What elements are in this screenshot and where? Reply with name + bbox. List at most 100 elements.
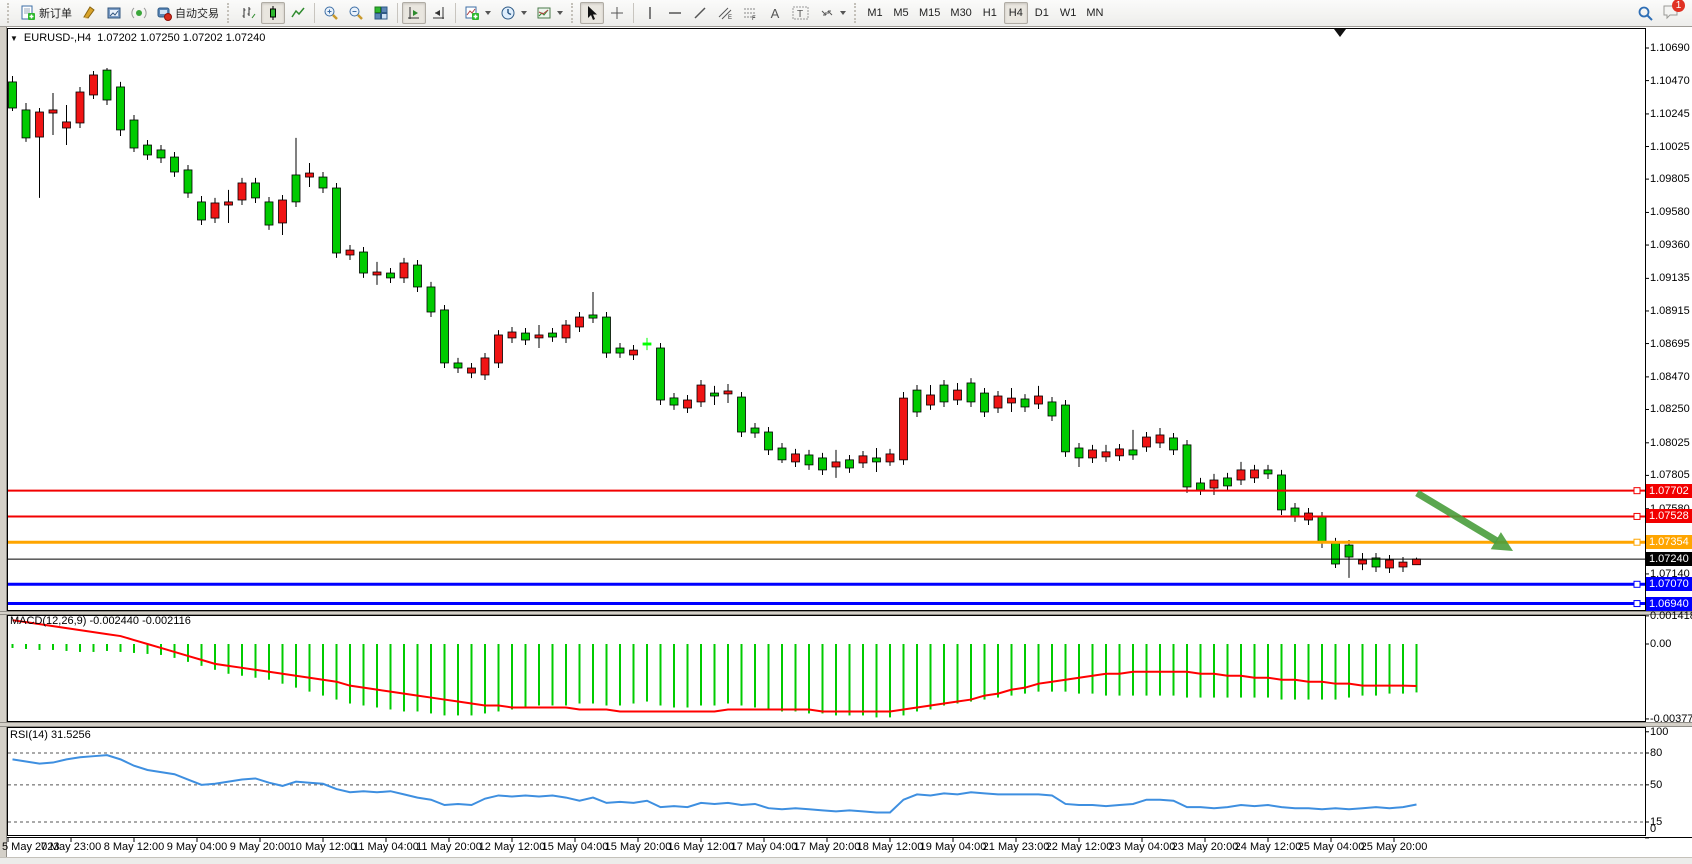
pane-separator[interactable] bbox=[0, 611, 1692, 615]
candlestick-chart-button[interactable] bbox=[261, 2, 285, 24]
timeframe-button-mn[interactable]: MN bbox=[1082, 2, 1107, 24]
main-pane-background[interactable] bbox=[7, 28, 1692, 611]
arrows-dropdown-caret[interactable] bbox=[840, 11, 846, 15]
zoom-out-icon bbox=[348, 5, 364, 21]
timeframe-button-m1[interactable]: M1 bbox=[863, 2, 887, 24]
timeframe-button-h1[interactable]: H1 bbox=[978, 2, 1002, 24]
chart-styles-button[interactable] bbox=[77, 2, 101, 24]
time-axis-label: 7 May 23:00 bbox=[37, 841, 105, 853]
timeframe-button-m5[interactable]: M5 bbox=[889, 2, 913, 24]
price-axis-label: 1.07805 bbox=[1650, 469, 1690, 481]
templates-dropdown-caret[interactable] bbox=[557, 11, 563, 15]
timeframe-button-m30[interactable]: M30 bbox=[946, 2, 975, 24]
chart-ohlc-values: 1.07202 1.07250 1.07202 1.07240 bbox=[97, 32, 265, 44]
notifications-button[interactable]: 1 bbox=[1662, 4, 1680, 23]
price-axis-label: 1.10690 bbox=[1650, 42, 1690, 54]
chart-shift-button[interactable] bbox=[427, 2, 451, 24]
new-order-icon bbox=[20, 5, 36, 21]
rsi-axis-label: 0 bbox=[1650, 823, 1656, 835]
crosshair-icon bbox=[609, 5, 625, 21]
time-axis-label: 11 May 04:00 bbox=[352, 841, 420, 853]
pane-separator[interactable] bbox=[0, 722, 1692, 727]
bar-chart-button[interactable] bbox=[236, 2, 260, 24]
rsi-pane-background[interactable] bbox=[7, 727, 1692, 837]
fibonacci-icon: F bbox=[742, 5, 758, 21]
macd-pane-background[interactable] bbox=[7, 615, 1692, 722]
toolbar-grip bbox=[854, 3, 859, 23]
price-axis-label: 1.10245 bbox=[1650, 108, 1690, 120]
timeframe-label: M1 bbox=[867, 7, 882, 19]
line-chart-button[interactable] bbox=[286, 2, 310, 24]
price-line-badge: 1.07528 bbox=[1646, 509, 1692, 523]
chart-objects-caret-icon[interactable]: ▼ bbox=[10, 34, 18, 43]
tile-windows-button[interactable] bbox=[369, 2, 393, 24]
price-axis-label: 1.09580 bbox=[1650, 206, 1690, 218]
macd-axis-label: 0.00 bbox=[1650, 638, 1671, 650]
text-tool-button[interactable]: A bbox=[763, 2, 787, 24]
time-axis-label: 17 May 20:00 bbox=[793, 841, 861, 853]
price-axis-label: 1.08250 bbox=[1650, 403, 1690, 415]
cursor-tool-button[interactable] bbox=[580, 2, 604, 24]
cursor-icon bbox=[584, 5, 600, 21]
price-line-badge: 1.07240 bbox=[1646, 552, 1692, 566]
signal-button[interactable] bbox=[127, 2, 151, 24]
periods-button[interactable] bbox=[496, 2, 531, 24]
timeframe-button-h4[interactable]: H4 bbox=[1004, 2, 1028, 24]
time-axis-label: 17 May 04:00 bbox=[730, 841, 798, 853]
search-icon[interactable] bbox=[1637, 5, 1654, 22]
horizontal-line-tool-button[interactable] bbox=[663, 2, 687, 24]
rsi-axis-label: 100 bbox=[1650, 726, 1668, 738]
indicators-dropdown-caret[interactable] bbox=[485, 11, 491, 15]
vertical-line-icon bbox=[642, 5, 658, 21]
line-chart-icon bbox=[290, 5, 306, 21]
text-tool-icon: A bbox=[771, 6, 780, 21]
time-axis-label: 18 May 12:00 bbox=[856, 841, 924, 853]
auto-trading-button[interactable]: 自动交易 bbox=[152, 2, 223, 24]
toolbar-right: 1 bbox=[1637, 4, 1688, 23]
price-axis-label: 1.09805 bbox=[1650, 173, 1690, 185]
mt4-window: 新订单 自动交易 bbox=[0, 0, 1692, 864]
timeframe-button-d1[interactable]: D1 bbox=[1030, 2, 1054, 24]
toolbar-grip bbox=[7, 3, 12, 23]
price-line-badge: 1.07070 bbox=[1646, 577, 1692, 591]
arrows-tool-button[interactable] bbox=[815, 2, 850, 24]
fibonacci-tool-button[interactable]: F bbox=[738, 2, 762, 24]
vertical-line-tool-button[interactable] bbox=[638, 2, 662, 24]
time-axis-label: 23 May 04:00 bbox=[1108, 841, 1176, 853]
indicators-button[interactable] bbox=[460, 2, 495, 24]
chart-shift-marker[interactable] bbox=[1334, 29, 1346, 37]
toolbar-separator bbox=[455, 3, 456, 23]
time-axis-label: 12 May 12:00 bbox=[478, 841, 546, 853]
price-axis-label: 1.10470 bbox=[1650, 75, 1690, 87]
price-line-badge: 1.07354 bbox=[1646, 535, 1692, 549]
periods-dropdown-caret[interactable] bbox=[521, 11, 527, 15]
rsi-axis-label: 50 bbox=[1650, 779, 1662, 791]
trendline-tool-button[interactable] bbox=[688, 2, 712, 24]
chart-symbol-period: EURUSD-,H4 bbox=[24, 32, 91, 44]
zoom-out-button[interactable] bbox=[344, 2, 368, 24]
rsi-indicator-label: RSI(14) 31.5256 bbox=[10, 729, 91, 741]
price-axis-label: 1.09360 bbox=[1650, 239, 1690, 251]
timeframe-label: M15 bbox=[919, 7, 940, 19]
price-axis-label: 1.10025 bbox=[1650, 141, 1690, 153]
arrows-icon bbox=[819, 5, 835, 21]
price-line-badge: 1.06940 bbox=[1646, 597, 1692, 611]
auto-scroll-button[interactable] bbox=[402, 2, 426, 24]
crosshair-tool-button[interactable] bbox=[605, 2, 629, 24]
time-axis-label: 8 May 12:00 bbox=[100, 841, 168, 853]
timeframe-button-w1[interactable]: W1 bbox=[1056, 2, 1081, 24]
time-axis-label: 16 May 12:00 bbox=[667, 841, 735, 853]
new-order-button[interactable]: 新订单 bbox=[16, 2, 76, 24]
templates-button[interactable] bbox=[532, 2, 567, 24]
text-label-tool-button[interactable]: T bbox=[788, 2, 814, 24]
channel-tool-button[interactable]: E bbox=[713, 2, 737, 24]
timeframe-button-m15[interactable]: M15 bbox=[915, 2, 944, 24]
zoom-in-button[interactable] bbox=[319, 2, 343, 24]
macd-values: -0.002440 -0.002116 bbox=[89, 615, 190, 627]
toolbar-grip bbox=[571, 3, 576, 23]
candlestick-chart-icon bbox=[265, 5, 281, 21]
profile-icon bbox=[106, 5, 122, 21]
profiles-button[interactable] bbox=[102, 2, 126, 24]
price-axis-label: 1.09135 bbox=[1650, 272, 1690, 284]
toolbar-separator bbox=[633, 3, 634, 23]
